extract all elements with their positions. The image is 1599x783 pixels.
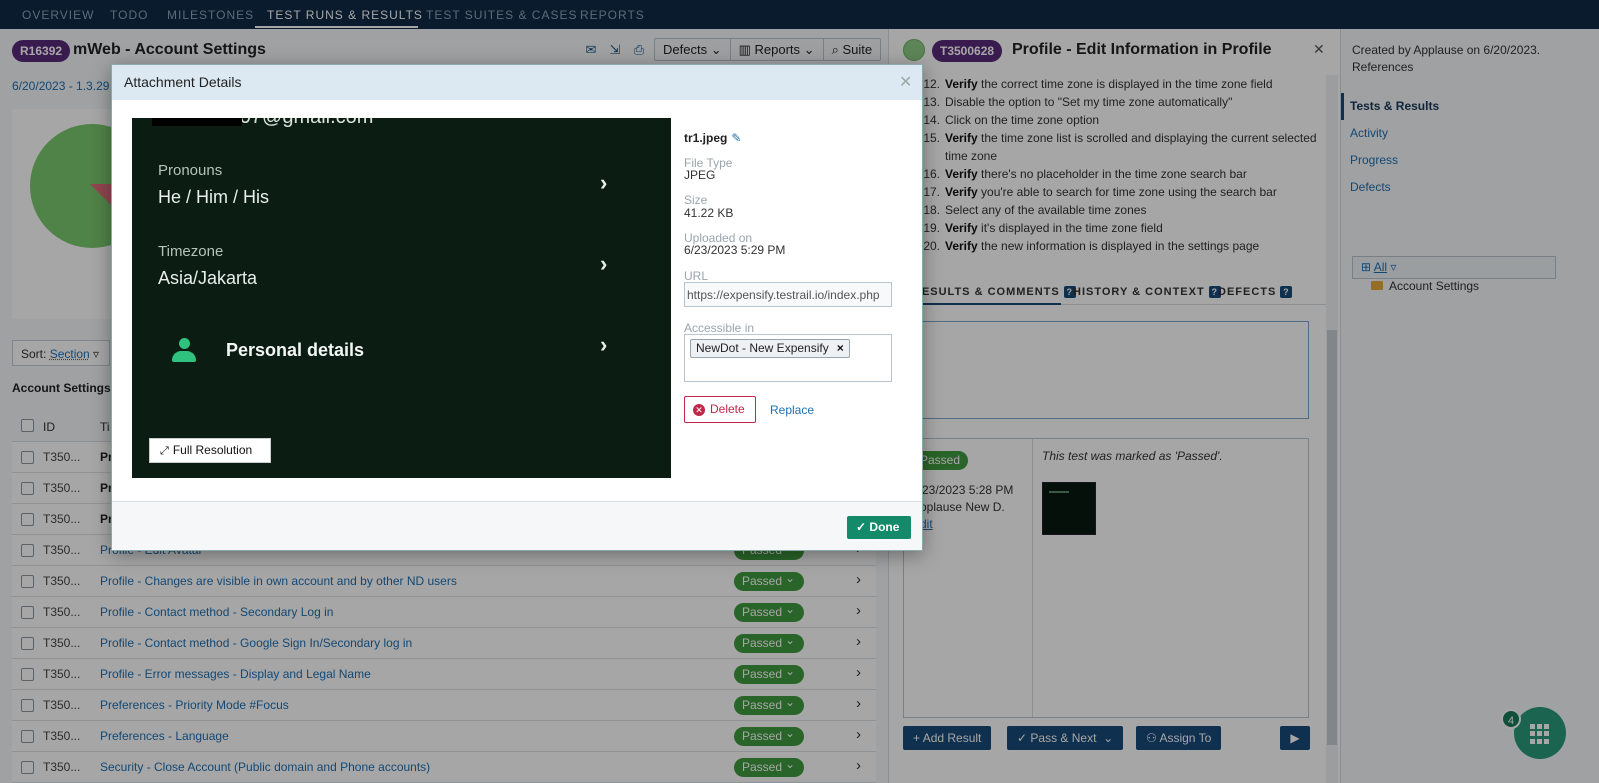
url-label: URL bbox=[684, 269, 709, 283]
chevron-right-icon: › bbox=[600, 251, 608, 276]
preview-timezone-label: Timezone bbox=[158, 243, 224, 260]
full-resolution-label: Full Resolution bbox=[172, 443, 253, 457]
done-label: Done bbox=[869, 520, 900, 534]
project-chip: NewDot - New Expensify × bbox=[690, 339, 850, 358]
preview-email: r007@gmail.com bbox=[222, 118, 373, 129]
delete-button[interactable]: ✕ Delete bbox=[684, 396, 756, 423]
replace-link[interactable]: Replace bbox=[770, 403, 814, 417]
file-name-text: tr1.jpeg bbox=[684, 131, 728, 145]
delete-icon: ✕ bbox=[693, 404, 705, 416]
full-resolution-button[interactable]: ⤢ Full Resolution bbox=[149, 438, 271, 463]
done-button[interactable]: ✓ Done bbox=[847, 516, 911, 539]
pencil-icon[interactable]: ✎ bbox=[731, 131, 741, 145]
person-icon bbox=[172, 338, 196, 364]
dialog-header: Attachment Details ✕ bbox=[112, 65, 922, 100]
close-icon[interactable]: ✕ bbox=[899, 72, 912, 92]
accessible-label: Accessible in bbox=[684, 321, 755, 335]
remove-chip-icon[interactable]: × bbox=[837, 341, 844, 355]
file-name: tr1.jpeg ✎ bbox=[684, 131, 741, 145]
chevron-right-icon: › bbox=[600, 170, 608, 195]
attachment-preview: r007@gmail.com Pronouns He / Him / His ›… bbox=[132, 118, 671, 478]
dialog-footer: ✓ Done bbox=[112, 501, 922, 550]
check-icon: ✓ bbox=[856, 520, 867, 534]
preview-redaction bbox=[152, 118, 242, 126]
attachment-details-dialog: Attachment Details ✕ r007@gmail.com Pron… bbox=[111, 64, 923, 551]
file-type-value: JPEG bbox=[684, 168, 716, 182]
expand-icon: ⤢ bbox=[160, 445, 169, 457]
preview-pronouns-label: Pronouns bbox=[158, 162, 223, 179]
dialog-title: Attachment Details bbox=[124, 74, 242, 90]
chevron-right-icon: › bbox=[600, 332, 608, 357]
accessible-in-field[interactable]: NewDot - New Expensify × bbox=[684, 334, 892, 382]
size-label: Size bbox=[684, 193, 708, 207]
size-value: 41.22 KB bbox=[684, 206, 734, 220]
preview-pronouns-value: He / Him / His bbox=[158, 187, 270, 207]
preview-timezone-value: Asia/Jakarta bbox=[158, 268, 258, 288]
project-chip-label: NewDot - New Expensify bbox=[696, 341, 829, 355]
uploaded-value: 6/23/2023 5:29 PM bbox=[684, 243, 786, 257]
url-field[interactable]: https://expensify.testrail.io/index.php bbox=[684, 282, 892, 307]
delete-label: Delete bbox=[710, 402, 745, 416]
preview-personal-details: Personal details bbox=[226, 340, 365, 360]
